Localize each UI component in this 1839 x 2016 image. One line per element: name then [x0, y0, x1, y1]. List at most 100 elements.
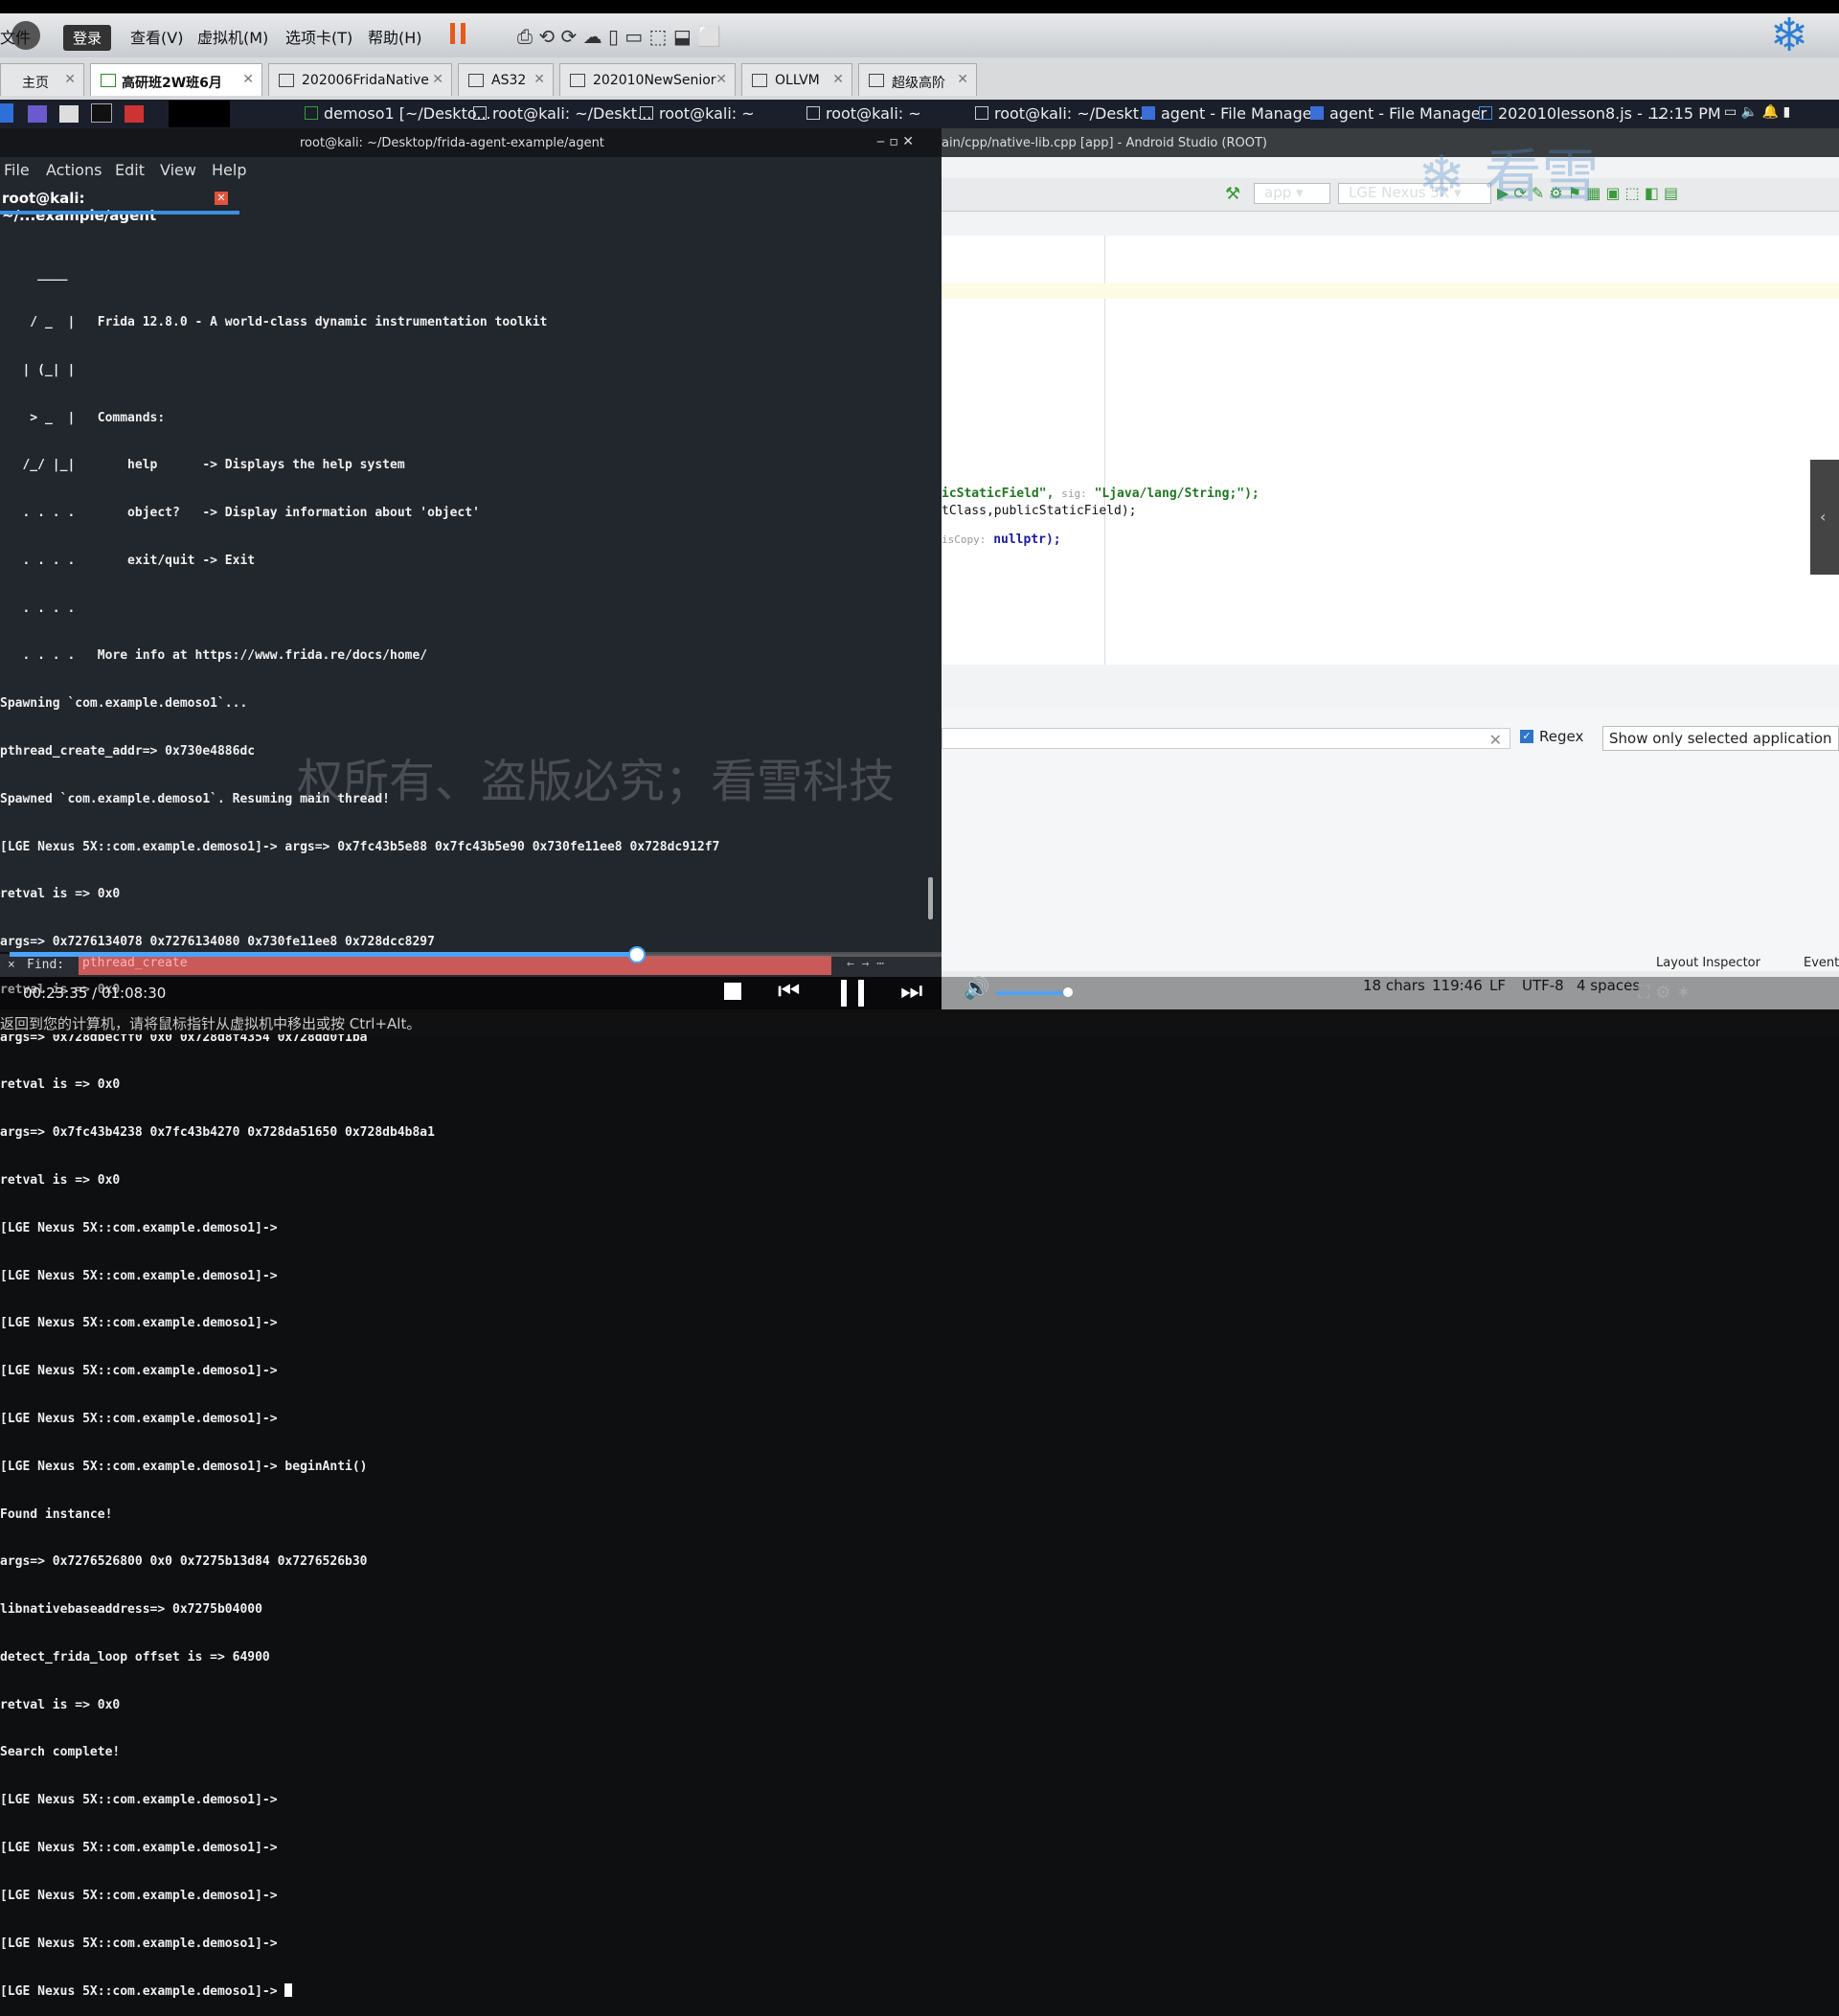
- terminal-line: . . . .: [0, 600, 76, 616]
- vm-icon: [279, 74, 294, 87]
- terminal-titlebar: root@kali: ~/Desktop/frida-agent-example…: [0, 128, 942, 157]
- playback-time: 00:23:35 / 01:08:30: [23, 985, 167, 1002]
- terminal-line: > _ | Commands:: [0, 410, 166, 425]
- close-icon[interactable]: ✕: [242, 72, 254, 87]
- regex-label: Regex: [1539, 728, 1584, 745]
- terminal-line: retval is => 0x0: [0, 1173, 121, 1189]
- find-prev-next-icons[interactable]: ← → ⋯: [847, 957, 884, 971]
- stop-button[interactable]: [724, 983, 741, 1000]
- menu-file[interactable]: 文件: [0, 25, 31, 48]
- tab-super[interactable]: 超级高阶 ✕: [858, 63, 977, 96]
- menu-actions[interactable]: Actions: [46, 161, 102, 179]
- chevron-left-icon: ‹: [1820, 508, 1827, 526]
- window-controls[interactable]: ‒ ▫ ✕: [876, 134, 914, 149]
- clear-icon[interactable]: ✕: [1489, 731, 1502, 749]
- terminal-line: retval is => 0x0: [0, 887, 121, 902]
- close-icon[interactable]: ✕: [64, 72, 76, 87]
- code-line: tClass,publicStaticField);: [942, 504, 1137, 518]
- toolbar-icons[interactable]: ⎙ ⟲ ⟳ ☁ ▯ ▭ ⬚ ⬓ ⬜: [517, 25, 721, 48]
- taskbar-item[interactable]: root@kali: ~/Deskt...: [473, 104, 651, 123]
- find-input[interactable]: pthread_create: [79, 956, 831, 975]
- taskbar-item[interactable]: agent - File Manager: [1142, 104, 1318, 123]
- tab-label: 高研班2W班6月: [122, 76, 222, 91]
- menu-help[interactable]: Help: [212, 161, 246, 179]
- run-config-select[interactable]: app ▾: [1254, 183, 1330, 204]
- playback-remaining[interactable]: [637, 952, 942, 957]
- terminal-title: root@kali: ~/Desktop/frida-agent-example…: [300, 136, 604, 150]
- close-icon[interactable]: ✕: [534, 72, 545, 87]
- vm-icon: [101, 74, 116, 87]
- tab-202010[interactable]: 202010NewSenior ✕: [559, 63, 736, 96]
- volume-icon[interactable]: 🔊: [964, 977, 989, 1001]
- previous-button[interactable]: ⏮: [778, 977, 800, 1007]
- event-log-button[interactable]: Event: [1804, 956, 1839, 970]
- terminal-line: /_/ |_| help -> Displays the help system: [0, 458, 405, 473]
- close-find-icon[interactable]: ×: [8, 958, 15, 972]
- next-button[interactable]: ⏭: [900, 977, 922, 1007]
- taskbar-item[interactable]: root@kali: ~/Deskt...: [975, 104, 1153, 123]
- tab-label: OLLVM: [775, 73, 820, 88]
- terminal-scrollbar[interactable]: [928, 877, 933, 919]
- terminal-line: [LGE Nexus 5X::com.example.demoso1]->: [0, 1220, 278, 1235]
- terminal-line: . . . . exit/quit -> Exit: [0, 553, 256, 568]
- tab-label: 202010NewSenior: [593, 73, 716, 88]
- vm-icon: [752, 74, 767, 87]
- terminal-line: | (_| |: [0, 362, 76, 377]
- close-icon[interactable]: ✕: [715, 72, 727, 87]
- playback-progress[interactable]: [10, 952, 637, 957]
- code-editor[interactable]: icStaticField", sig: "Ljava/lang/String;…: [942, 236, 1839, 665]
- taskbar-item[interactable]: demoso1 [~/Deskto...: [305, 104, 491, 123]
- terminal-line: . . . . More info at https://www.frida.r…: [0, 648, 428, 664]
- taskbar-item[interactable]: root@kali: ~: [806, 104, 921, 123]
- snowflake-logo-icon: ❄: [1770, 9, 1809, 62]
- close-icon[interactable]: ✕: [957, 72, 968, 87]
- close-icon[interactable]: ✕: [215, 192, 228, 205]
- close-icon[interactable]: ✕: [432, 72, 443, 87]
- menu-file[interactable]: File: [4, 161, 30, 179]
- terminal-line: args=> 0x7276134078 0x7276134080 0x730fe…: [0, 935, 435, 950]
- pause-vm-icon[interactable]: [450, 23, 465, 44]
- tab-active[interactable]: 高研班2W班6月 ✕: [90, 63, 262, 96]
- terminal-output[interactable]: ____ / _ | Frida 12.8.0 - A world-class …: [0, 236, 942, 2016]
- regex-checkbox[interactable]: ✓: [1520, 730, 1533, 743]
- volume-slider[interactable]: [996, 991, 1069, 995]
- terminal-line: [LGE Nexus 5X::com.example.demoso1]-> ar…: [0, 839, 720, 854]
- pause-button[interactable]: [841, 980, 864, 1007]
- logcat-filter-select[interactable]: Show only selected application: [1602, 726, 1839, 751]
- terminal-line: Search complete!: [0, 1745, 121, 1760]
- playback-seek-handle[interactable]: [628, 946, 646, 963]
- player-controls: 00:23:35 / 01:08:30 ⏮ ⏭ 🔊 ⛶ ⚙ ✶: [0, 977, 1839, 1009]
- tray-icons[interactable]: ▭ 🔈 🔔 ▮: [1724, 104, 1790, 120]
- terminal-line: [LGE Nexus 5X::com.example.demoso1]->: [0, 1983, 942, 2000]
- tab-as32[interactable]: AS32 ✕: [458, 63, 554, 96]
- taskbar-item[interactable]: root@kali: ~: [640, 104, 755, 123]
- login-button[interactable]: 登录: [63, 25, 112, 51]
- menu-help[interactable]: 帮助(H): [368, 25, 422, 48]
- volume-handle[interactable]: [1063, 987, 1073, 997]
- logcat-search-input[interactable]: ✕: [942, 728, 1510, 749]
- vm-menu-bar: 登录 文件 查看(V) 虚拟机(M) 选项卡(T) 帮助(H) ⎙ ⟲ ⟳ ☁ …: [0, 9, 1839, 62]
- hammer-icon[interactable]: ⚒: [1225, 184, 1240, 204]
- tab-202006[interactable]: 202006FridaNative ✕: [268, 63, 452, 96]
- prompt-text: [LGE Nexus 5X::com.example.demoso1]->: [0, 1984, 285, 2000]
- menu-view[interactable]: 查看(V): [130, 25, 183, 48]
- tab-home[interactable]: 主页 ✕: [0, 63, 84, 96]
- tab-ollvm[interactable]: OLLVM ✕: [741, 63, 852, 96]
- menu-tabs[interactable]: 选项卡(T): [285, 25, 352, 48]
- close-icon[interactable]: ✕: [832, 72, 844, 87]
- vm-hint-text: 返回到您的计算机，请将鼠标指针从虚拟机中移出或按 Ctrl+Alt。: [0, 1015, 421, 1032]
- menu-edit[interactable]: Edit: [115, 161, 145, 179]
- player-extra-icons[interactable]: ⛶ ⚙ ✶: [1638, 983, 1691, 1003]
- code-line: isCopy: nullptr);: [942, 532, 1061, 547]
- tab-label: 202006FridaNative: [302, 73, 429, 88]
- terminal-line: [LGE Nexus 5X::com.example.demoso1]->: [0, 1316, 278, 1331]
- side-collapse-handle[interactable]: ‹: [1810, 460, 1839, 575]
- menu-vm[interactable]: 虚拟机(M): [197, 25, 268, 48]
- menu-view[interactable]: View: [160, 161, 196, 179]
- terminal-line: args=> 0x7276526800 0x0 0x7275b13d84 0x7…: [0, 1554, 368, 1570]
- layout-inspector-button[interactable]: Layout Inspector: [1656, 956, 1760, 970]
- workspace-switcher[interactable]: [169, 101, 230, 127]
- terminal-tab[interactable]: root@kali: ~/...example/agent ✕: [0, 186, 239, 224]
- taskbar-item[interactable]: 202010lesson8.js - ...: [1479, 104, 1662, 123]
- taskbar-item[interactable]: agent - File Manager: [1310, 104, 1487, 123]
